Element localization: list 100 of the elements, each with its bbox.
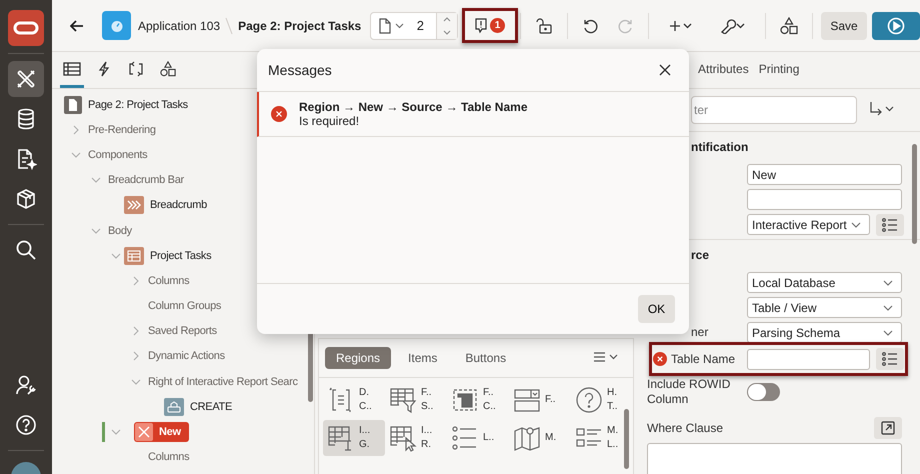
tree-item[interactable]: Components (52, 142, 314, 168)
gallery-item[interactable]: M. (509, 420, 571, 456)
select-field[interactable]: Table / View (747, 297, 902, 318)
user-wrench-icon (15, 374, 37, 396)
group-heading: ntification (691, 140, 748, 154)
message-title: Region → New → Source → Table Name (299, 100, 528, 114)
tree-item[interactable]: Breadcrumb Bar (52, 168, 314, 193)
page-number: 2 (416, 18, 424, 33)
property-label: Include ROWID Column (647, 377, 732, 407)
caret-icon (883, 280, 893, 286)
back-arrow-icon (70, 20, 84, 32)
bullet-list-icon (451, 424, 479, 452)
gallery-item[interactable]: F.. (509, 382, 571, 418)
caret-icon (883, 330, 893, 336)
expand-button[interactable] (874, 417, 902, 439)
tree-item[interactable]: Dynamic Actions (52, 344, 314, 370)
property-tab[interactable]: Printing (758, 52, 800, 88)
gallery-tab[interactable]: Buttons (454, 347, 518, 369)
caret-icon (395, 22, 404, 28)
message-item[interactable]: Region → New → Source → Table Name Is required! (257, 92, 689, 137)
layout-icon (63, 62, 81, 76)
messages-button[interactable]: 1 (470, 10, 510, 40)
grid-pointer-icon (389, 424, 417, 452)
menu-caret-icon (593, 350, 619, 362)
error-icon (271, 106, 287, 122)
gallery-item[interactable]: H. T.. (571, 382, 633, 418)
tree-item[interactable]: Columns (52, 444, 314, 470)
tree-item[interactable]: Right of Interactive Report Searc (52, 369, 314, 394)
tree-item[interactable]: Saved Reports (52, 318, 314, 344)
message-alert-icon (475, 18, 487, 34)
redo-icon (617, 18, 633, 34)
gallery-item[interactable]: L.. (447, 420, 509, 456)
gallery-item[interactable]: I... R. (385, 420, 447, 456)
search-icon (15, 239, 37, 261)
text-field[interactable] (747, 348, 870, 370)
page-spinner[interactable] (436, 12, 457, 38)
text-field[interactable]: New (747, 164, 902, 185)
text-field[interactable] (747, 189, 902, 210)
group-heading: rce (691, 248, 710, 262)
shapes-icon (780, 16, 798, 34)
tree-item[interactable]: CREATE (52, 394, 314, 420)
help-icon (575, 386, 603, 414)
gallery-item[interactable]: I... G. (323, 420, 385, 456)
page-selector[interactable]: 2 (370, 12, 458, 40)
property-label: ner (690, 325, 708, 340)
tree-item[interactable]: Columns (52, 268, 314, 294)
page-icon (379, 18, 391, 34)
gallery-item[interactable]: M. L.. (571, 420, 633, 456)
rail-button[interactable] (8, 61, 44, 97)
gallery-item[interactable]: D. C.. (323, 382, 385, 418)
property-label: Where Clause (647, 420, 724, 436)
builder-tools-icon (15, 68, 37, 90)
help-icon (15, 414, 37, 436)
list-picker-button[interactable] (876, 214, 904, 236)
wrench-caret-icon (720, 18, 746, 34)
tree-item[interactable]: Project Tasks (52, 243, 314, 268)
caret-icon (883, 304, 893, 310)
close-icon (135, 423, 153, 442)
select-field[interactable]: Interactive Report (747, 214, 870, 235)
undo-icon (583, 18, 599, 34)
gallery-item[interactable]: F.. C.. (447, 382, 509, 418)
toggle-switch[interactable] (747, 383, 780, 401)
select-field[interactable]: Parsing Schema (747, 322, 902, 343)
breadcrumb-icon (124, 196, 144, 214)
logo-button[interactable] (8, 10, 44, 46)
list-icon (882, 352, 898, 366)
scrollbar[interactable] (912, 144, 917, 244)
save-button[interactable]: Save (821, 12, 867, 40)
expand-icon (881, 421, 895, 435)
lightning-icon (98, 60, 110, 76)
gallery-tab[interactable]: Items (397, 347, 448, 369)
tree-item[interactable]: Breadcrumb (52, 192, 314, 218)
tree-item[interactable]: Body (52, 218, 314, 244)
run-button[interactable] (872, 12, 920, 40)
gallery-tab[interactable]: Regions (325, 347, 392, 369)
plus-caret-icon (669, 20, 693, 32)
caret-icon (851, 222, 861, 228)
dialog-title: Messages (268, 62, 332, 78)
arrow-caret-icon (869, 100, 895, 116)
page-title: Page 2: Project Tasks (238, 18, 362, 32)
play-icon (887, 16, 905, 34)
unlock-icon (536, 18, 552, 34)
document-sparkle-icon (15, 148, 37, 170)
ok-button[interactable]: OK (638, 295, 675, 323)
grid-filter-icon (389, 386, 417, 414)
scrollbar[interactable] (624, 409, 629, 469)
list-picker-button[interactable] (876, 348, 904, 370)
application-link[interactable]: Application 103 (138, 18, 220, 32)
property-tab[interactable]: Attributes (698, 52, 749, 88)
report-icon (124, 246, 144, 265)
database-icon (16, 108, 36, 130)
error-node-badge: New (134, 422, 189, 442)
shapes-icon (160, 60, 176, 76)
close-icon (659, 64, 671, 76)
filter-field[interactable]: ter (691, 96, 857, 124)
package-icon (15, 188, 37, 210)
select-field[interactable]: Local Database (747, 272, 902, 293)
gallery-item[interactable]: F.. S.. (385, 382, 447, 418)
tree-item[interactable]: New (52, 419, 314, 445)
app-icon (102, 11, 131, 40)
